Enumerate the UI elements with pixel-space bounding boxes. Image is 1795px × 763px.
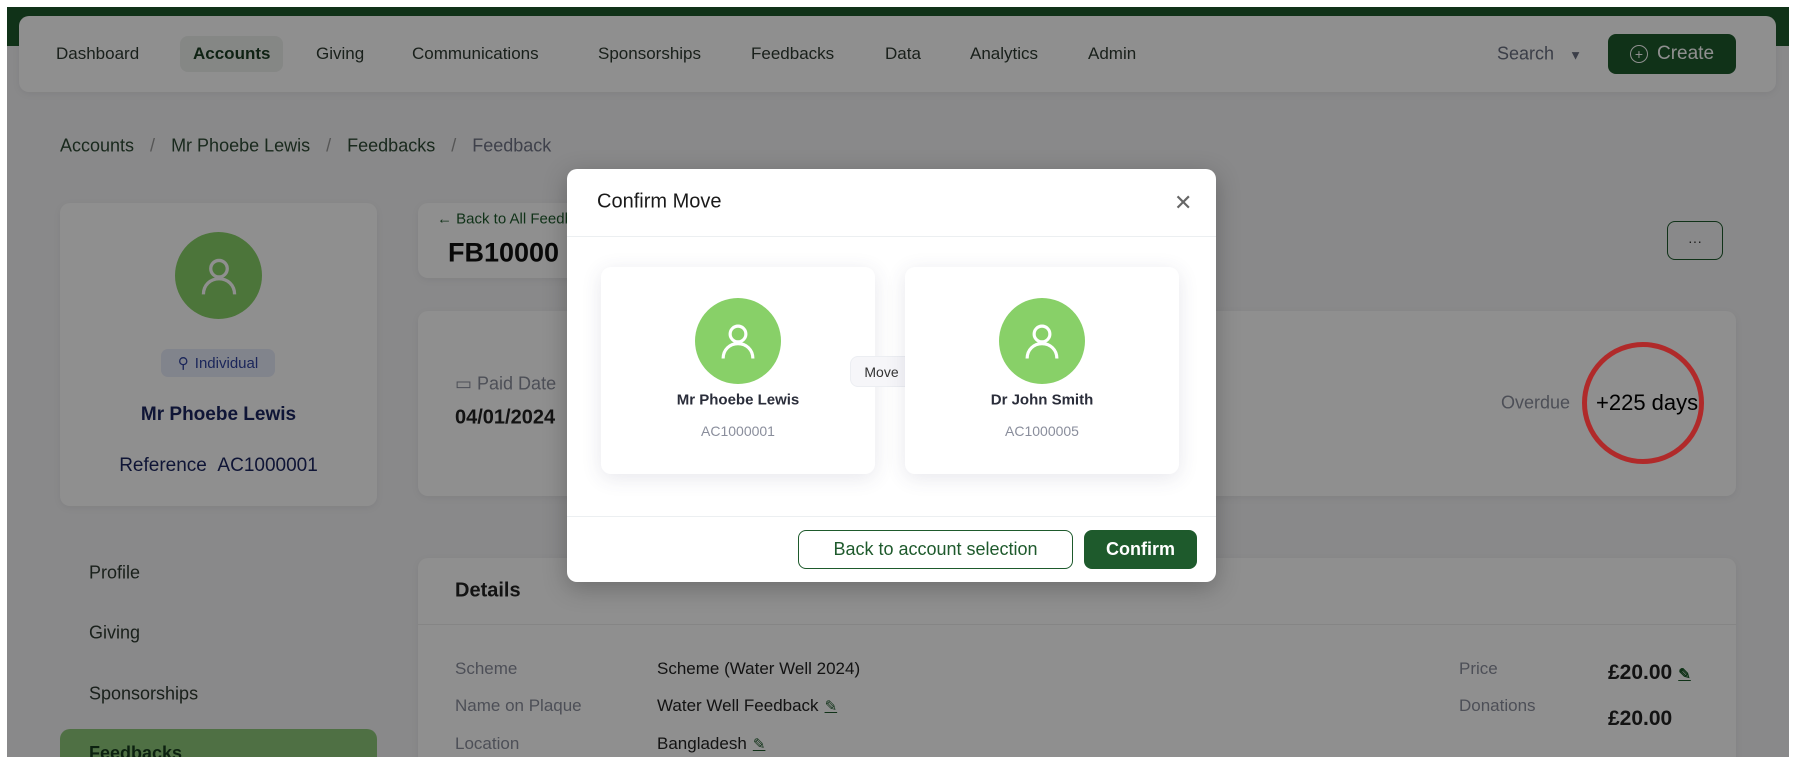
target-account-name: Dr John Smith bbox=[990, 391, 1094, 409]
back-to-account-selection-button[interactable]: Back to account selection bbox=[798, 530, 1073, 569]
user-icon bbox=[1025, 324, 1059, 359]
target-account-id: AC1000005 bbox=[1005, 423, 1079, 439]
source-account-card: Mr Phoebe Lewis AC1000001 bbox=[601, 267, 875, 474]
close-icon[interactable]: ✕ bbox=[1174, 190, 1192, 216]
confirm-move-modal: Confirm Move ✕ Mr Phoebe Lewis AC1000001… bbox=[567, 169, 1216, 582]
highlight-circle bbox=[1582, 342, 1704, 464]
confirm-button[interactable]: Confirm bbox=[1084, 530, 1197, 569]
user-icon bbox=[721, 324, 755, 359]
source-account-name: Mr Phoebe Lewis bbox=[676, 391, 800, 409]
target-account-card: Dr John Smith AC1000005 bbox=[905, 267, 1179, 474]
modal-title: Confirm Move bbox=[597, 190, 722, 213]
avatar bbox=[695, 298, 781, 384]
source-account-id: AC1000001 bbox=[701, 423, 775, 439]
avatar bbox=[999, 298, 1085, 384]
